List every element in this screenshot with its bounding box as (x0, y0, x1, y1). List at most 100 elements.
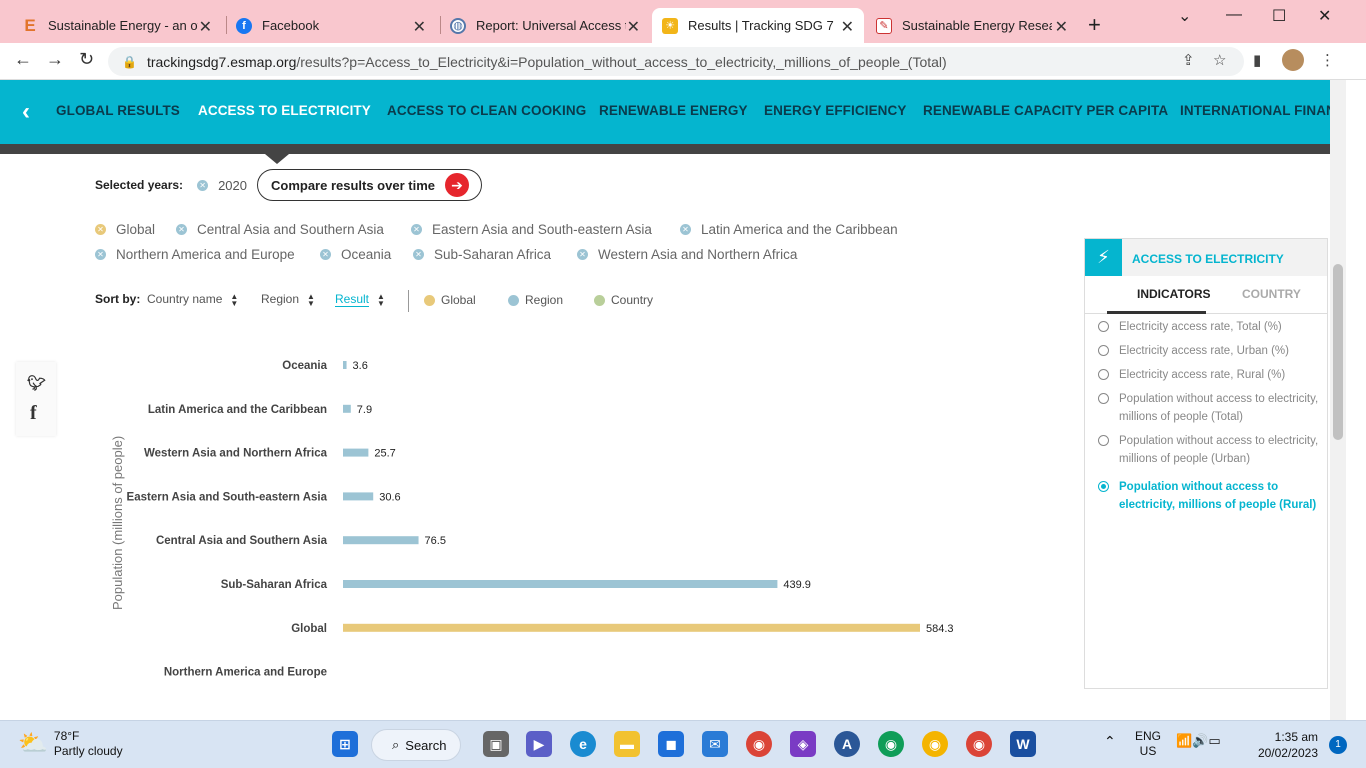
remove-icon[interactable]: ✕ (95, 224, 106, 235)
close-icon[interactable]: ✕ (413, 17, 426, 37)
option-label: Population without access to electricity… (1119, 393, 1319, 423)
sort-country-name[interactable]: Country name ▲ ▼ (147, 292, 238, 307)
menu-icon[interactable]: ⋮ (1320, 51, 1335, 69)
bar[interactable] (343, 536, 419, 545)
tab-sustainable-energy[interactable]: E Sustainable Energy - an over ✕ (12, 8, 222, 43)
sidepanel-icon[interactable]: ▮ (1253, 51, 1261, 69)
app-icon[interactable]: A (834, 731, 860, 757)
remove-icon[interactable]: ✕ (176, 224, 187, 235)
chrome-icon[interactable]: ◉ (966, 731, 992, 757)
edge-icon[interactable]: e (570, 731, 596, 757)
store-icon[interactable]: ◼ (658, 731, 684, 757)
nav-energy-efficiency[interactable]: ENERGY EFFICIENCY (764, 103, 906, 118)
page-scrollbar[interactable] (1330, 80, 1346, 720)
remove-icon[interactable]: ✕ (413, 249, 424, 260)
sort-region[interactable]: Region ▲ ▼ (261, 292, 315, 307)
radio-icon[interactable] (1098, 345, 1109, 356)
close-icon[interactable]: ✕ (199, 17, 212, 37)
sort-result[interactable]: Result ▲ ▼ (335, 292, 385, 307)
chrome-icon[interactable]: ◉ (922, 731, 948, 757)
region-chip[interactable]: ✕ Eastern Asia and South-eastern Asia (411, 222, 652, 237)
close-icon[interactable]: ✕ (841, 17, 854, 37)
taskbar-search[interactable]: ⌕ Search (371, 729, 461, 761)
scrollbar-thumb[interactable] (1333, 264, 1343, 440)
radio-selected-icon[interactable] (1098, 481, 1109, 492)
nav-renewable-energy[interactable]: RENEWABLE ENERGY (599, 103, 748, 118)
chrome-icon[interactable]: ◉ (878, 731, 904, 757)
bar[interactable] (343, 623, 920, 632)
compare-button[interactable]: Compare results over time ➔ (256, 169, 482, 201)
bar[interactable] (343, 492, 374, 501)
nav-international-finance[interactable]: INTERNATIONAL FINANC (1180, 103, 1346, 118)
region-chip[interactable]: ✕ Sub-Saharan Africa (413, 247, 551, 262)
radio-icon[interactable] (1098, 393, 1109, 404)
remove-icon[interactable]: ✕ (95, 249, 106, 260)
radio-icon[interactable] (1098, 321, 1109, 332)
share-icon[interactable]: ⇪ (1182, 51, 1195, 69)
task-view-icon[interactable]: ▣ (483, 731, 509, 757)
maximize-icon[interactable]: ☐ (1272, 6, 1286, 26)
region-chip-global[interactable]: ✕ Global (95, 222, 155, 237)
bar[interactable] (343, 580, 778, 588)
temperature: 78°F (53, 729, 80, 743)
region-chip[interactable]: ✕ Oceania (320, 247, 391, 262)
reload-icon[interactable]: ↻ (79, 49, 94, 70)
tab-report[interactable]: ◍ Report: Universal Access to S ✕ (440, 8, 650, 43)
radio-icon[interactable] (1098, 369, 1109, 380)
region-chip[interactable]: ✕ Northern America and Europe (95, 247, 295, 262)
tab-country[interactable]: COUNTRY (1242, 287, 1301, 301)
chrome-icon[interactable]: ◉ (746, 731, 772, 757)
close-icon[interactable]: ✕ (1055, 17, 1068, 37)
forward-icon[interactable]: → (46, 49, 64, 70)
bar[interactable] (343, 361, 347, 369)
tab-facebook[interactable]: f Facebook ✕ (226, 8, 436, 43)
back-icon[interactable]: ← (14, 49, 32, 70)
tab-research[interactable]: ✎ Sustainable Energy Research ✕ (866, 8, 1078, 43)
remove-icon[interactable]: ✕ (320, 249, 331, 260)
avatar[interactable] (1282, 49, 1304, 71)
tab-results-sdg7[interactable]: ☀ Results | Tracking SDG 7 ✕ (652, 8, 864, 43)
nav-access-to-electricity[interactable]: ACCESS TO ELECTRICITY (198, 103, 371, 118)
word-icon[interactable]: W (1010, 731, 1036, 757)
radio-icon[interactable] (1098, 435, 1109, 446)
indicator-option[interactable]: Electricity access rate, Total (%) (1098, 318, 1320, 336)
category-label: Northern America and Europe (164, 667, 327, 679)
new-tab-icon[interactable]: + (1088, 12, 1101, 38)
windows-start-icon[interactable]: ⊞ (332, 731, 358, 757)
remove-icon[interactable]: ✕ (577, 249, 588, 260)
close-icon[interactable]: ✕ (627, 17, 640, 37)
chevron-down-icon[interactable]: ⌄ (1178, 6, 1191, 26)
nav-renewable-capacity[interactable]: RENEWABLE CAPACITY PER CAPITA (923, 103, 1168, 118)
file-explorer-icon[interactable]: ▬ (614, 731, 640, 757)
chevron-up-icon[interactable]: ⌃ (1104, 733, 1116, 750)
star-icon[interactable]: ☆ (1213, 51, 1226, 69)
bar[interactable] (343, 448, 369, 457)
indicator-option[interactable]: Population without access to electricity… (1098, 390, 1320, 426)
remove-icon[interactable]: ✕ (411, 224, 422, 235)
close-window-icon[interactable]: ✕ (1318, 6, 1331, 26)
indicator-option[interactable]: Electricity access rate, Urban (%) (1098, 342, 1320, 360)
mail-icon[interactable]: ✉ (702, 731, 728, 757)
address-bar[interactable]: 🔒 trackingsdg7.esmap.org/results?p=Acces… (108, 47, 1244, 76)
indicator-option-selected[interactable]: Population without access to electricity… (1098, 478, 1320, 514)
bar[interactable] (343, 404, 351, 413)
remove-year-icon[interactable]: ✕ (197, 179, 209, 191)
region-chip[interactable]: ✕ Latin America and the Caribbean (680, 222, 898, 237)
clock[interactable]: 1:35 am 20/02/2023 (1254, 729, 1318, 761)
nav-access-to-clean-cooking[interactable]: ACCESS TO CLEAN COOKING (387, 103, 586, 118)
remove-icon[interactable]: ✕ (680, 224, 691, 235)
notification-badge[interactable]: 1 (1329, 736, 1347, 754)
region-chip[interactable]: ✕ Central Asia and Southern Asia (176, 222, 384, 237)
nav-global-results[interactable]: GLOBAL RESULTS (56, 103, 180, 118)
minimize-icon[interactable]: — (1226, 6, 1242, 24)
weather-widget[interactable]: ⛅ 78°F Partly cloudy (18, 729, 123, 759)
visual-studio-icon[interactable]: ◈ (790, 731, 816, 757)
wifi-volume-battery-icon[interactable]: 📶🔊▭ (1176, 733, 1221, 749)
chevron-left-icon[interactable]: ‹ (22, 98, 30, 126)
indicator-option[interactable]: Population without access to electricity… (1098, 432, 1320, 468)
tab-indicators[interactable]: INDICATORS (1137, 287, 1211, 301)
region-chip[interactable]: ✕ Western Asia and Northern Africa (577, 247, 797, 262)
indicator-option[interactable]: Electricity access rate, Rural (%) (1098, 366, 1320, 384)
teams-icon[interactable]: ▶ (526, 731, 552, 757)
region-label: Global (116, 222, 156, 237)
